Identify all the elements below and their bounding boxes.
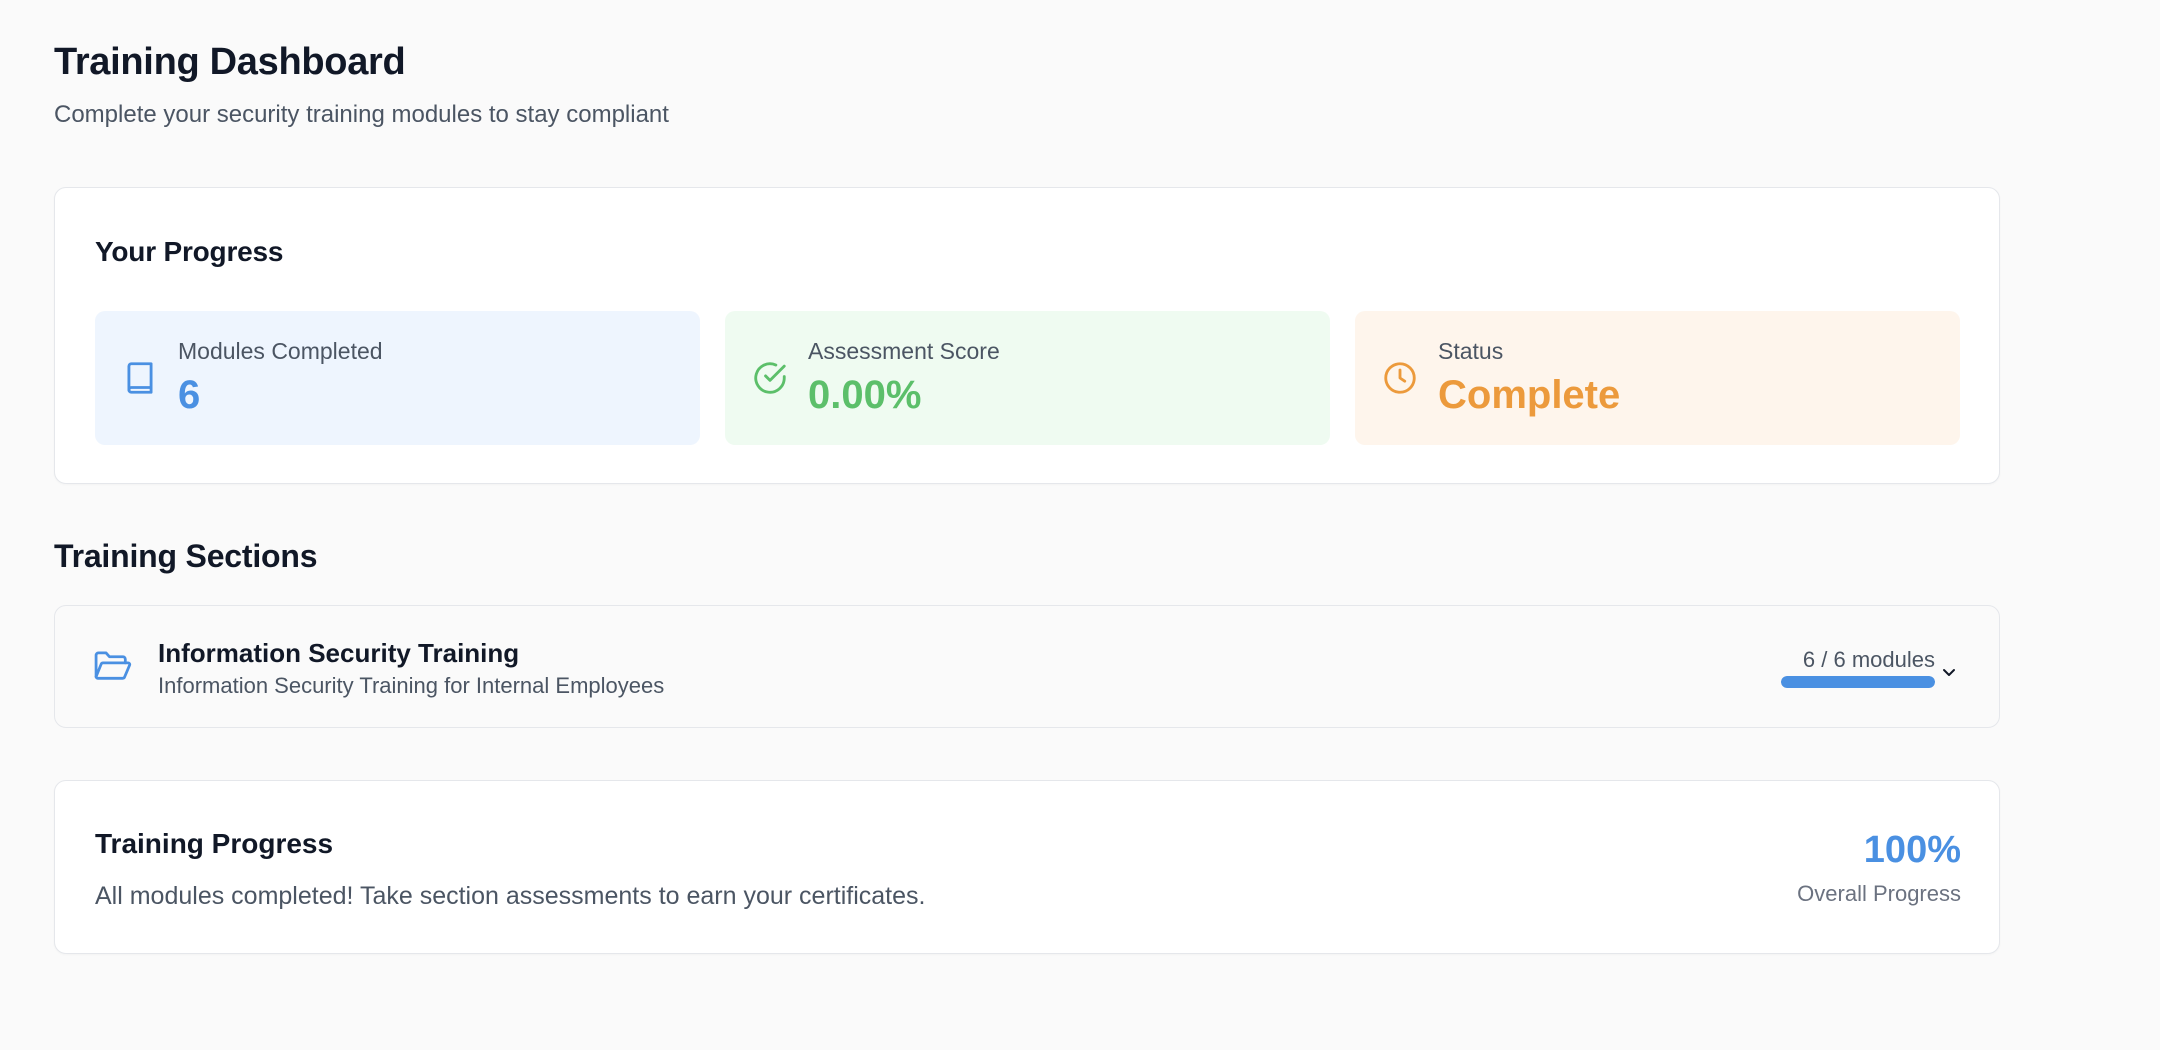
training-sections-heading: Training Sections — [54, 538, 318, 574]
folder-open-icon — [94, 651, 132, 680]
stat-value: 6 — [178, 373, 201, 417]
training-progress-title: Training Progress — [95, 828, 334, 859]
section-card-information-security[interactable]: Information Security Training Informatio… — [54, 605, 2000, 728]
book-icon — [127, 362, 153, 394]
section-progress-bar — [1781, 676, 1935, 688]
training-progress-message: All modules completed! Take section asse… — [95, 882, 926, 910]
module-count: 6 / 6 modules — [1802, 647, 1935, 672]
progress-card-title: Your Progress — [95, 236, 284, 267]
stat-value: Complete — [1438, 373, 1621, 417]
training-progress-card: Training Progress All modules completed!… — [54, 780, 2000, 954]
progress-card: Your Progress Modules Completed 6 Assess… — [54, 187, 2000, 484]
training-dashboard-page: Training Dashboard Complete your securit… — [0, 0, 2160, 1050]
stat-assessment-score: Assessment Score 0.00% — [725, 311, 1330, 445]
page-subtitle: Complete your security training modules … — [54, 101, 669, 128]
overall-progress-label: Overall Progress — [1797, 881, 1961, 906]
stats-row: Modules Completed 6 Assessment Score 0.0… — [95, 311, 1960, 445]
stat-label: Assessment Score — [808, 338, 1000, 364]
chevron-down-icon[interactable] — [1939, 662, 1959, 682]
stat-label: Modules Completed — [178, 338, 383, 364]
stat-modules-completed: Modules Completed 6 — [95, 311, 700, 445]
section-title: Information Security Training — [158, 638, 520, 668]
section-description: Information Security Training for Intern… — [158, 673, 665, 698]
stat-label: Status — [1438, 338, 1504, 364]
stat-value: 0.00% — [808, 373, 922, 417]
clock-icon — [1384, 362, 1416, 394]
stat-status: Status Complete — [1355, 311, 1960, 445]
page-title: Training Dashboard — [54, 41, 406, 83]
check-circle-icon — [754, 362, 786, 394]
section-progress-fill — [1781, 676, 1935, 688]
overall-progress-percent: 100% — [1863, 829, 1961, 871]
